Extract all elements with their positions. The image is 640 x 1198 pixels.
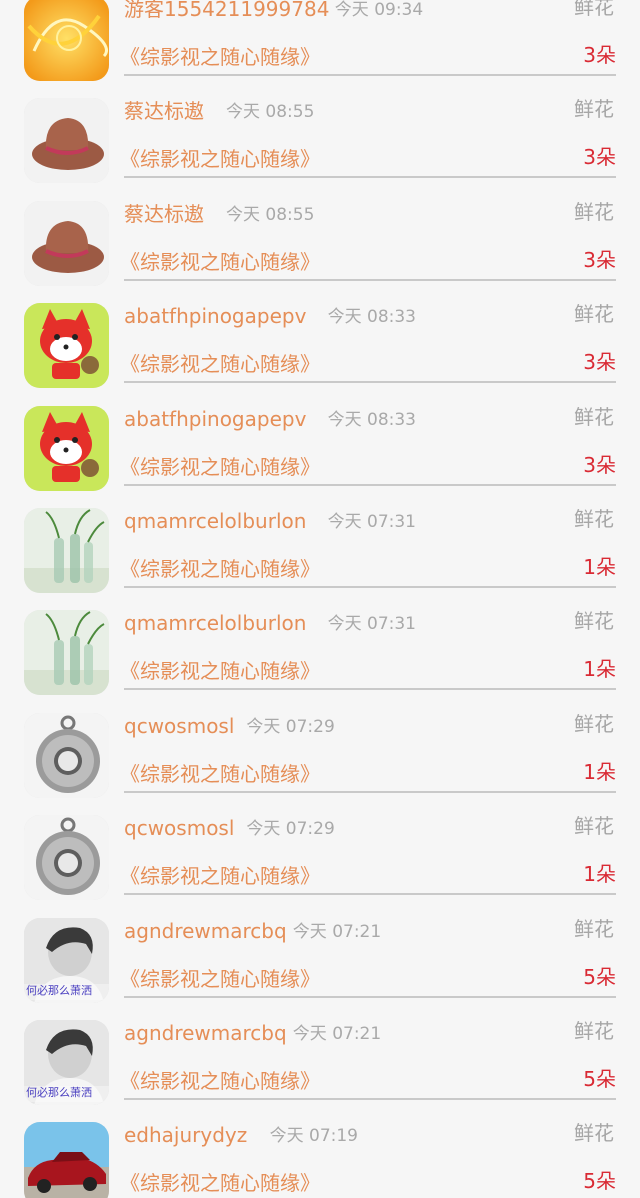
work-title-link[interactable]: 《综影视之随心随缘》 [120, 1068, 320, 1094]
avatar[interactable] [24, 303, 109, 389]
timestamp: 今天 07:21 [292, 1024, 382, 1044]
gift-type-label: 鲜花 [574, 97, 614, 122]
gift-count: 5朵 [583, 1169, 616, 1194]
avatar-caption: 何必那么萧洒 [26, 1086, 92, 1099]
gift-type-label: 鲜花 [574, 507, 614, 531]
avatar-caption: 何必那么萧洒 [26, 983, 92, 997]
gift-type-label: 鲜花 [574, 1121, 614, 1146]
gift-count: 3朵 [583, 43, 616, 67]
timestamp: 今天 08:33 [327, 409, 416, 430]
gift-count: 3朵 [583, 452, 616, 477]
work-title-link[interactable]: 《综影视之随心随缘》 [120, 556, 320, 582]
work-title-link[interactable]: 《综影视之随心随缘》 [120, 1170, 320, 1196]
avatar[interactable] [24, 508, 109, 593]
list-item[interactable]: abatfhpinogapepv 今天 08:33 鲜花《综影视之随心随缘》 3朵 [0, 394, 640, 496]
work-title-link[interactable]: 《综影视之随心随缘》 [120, 146, 320, 172]
list-item[interactable]: 蔡达标遨 今天 08:55 鲜花《综影视之随心随缘》 3朵 [0, 189, 640, 291]
avatar[interactable] [24, 610, 109, 696]
row-divider [124, 893, 616, 896]
list-item[interactable]: 蔡达标遨 今天 08:55 鲜花《综影视之随心随缘》 3朵 [0, 86, 640, 188]
row-divider [124, 790, 616, 793]
username[interactable]: qmamrcelolburlon [124, 610, 306, 636]
list-item[interactable]: 何必那么萧洒 agndrewmarcbq 今天 07:21 鲜花《综影视之随心随缘》 5… [0, 1008, 640, 1110]
gift-count: 3朵 [583, 145, 616, 170]
username[interactable]: qcwosmosl [124, 713, 234, 739]
work-title-link[interactable]: 《综影视之随心随缘》 [120, 761, 320, 787]
timestamp: 今天 08:55 [226, 102, 315, 123]
gift-type-label: 鲜花 [574, 916, 614, 941]
gift-type-label: 鲜花 [574, 814, 614, 839]
username[interactable]: agndrewmarcbq [124, 918, 287, 944]
gift-type-label: 鲜花 [574, 199, 614, 224]
avatar[interactable] [24, 98, 109, 184]
work-title-link[interactable]: 《综影视之随心随缘》 [120, 454, 320, 480]
gift-count: 5朵 [583, 964, 616, 989]
avatar[interactable] [24, 1122, 109, 1198]
avatar[interactable]: 何必那么萧洒 [24, 917, 109, 1003]
gift-type-label: 鲜花 [574, 0, 614, 19]
work-title-link[interactable]: 《综影视之随心随缘》 [120, 863, 320, 889]
timestamp: 今天 08:55 [226, 204, 315, 225]
row-divider [124, 995, 616, 998]
avatar[interactable] [24, 815, 109, 901]
gift-type-label: 鲜花 [574, 302, 614, 327]
avatar[interactable] [24, 712, 109, 798]
list-item[interactable]: edhajurydyz 今天 07:19 鲜花《综影视之随心随缘》 5朵 [0, 1110, 640, 1198]
username[interactable]: abatfhpinogapepv [124, 406, 306, 432]
username[interactable]: edhajurydyz [124, 1122, 247, 1148]
gift-count: 3朵 [583, 247, 616, 272]
gift-record-list: 游客1554211999784 今天 09:34 鲜花 《综影视之随心随缘》 3朵 蔡达标… [0, 0, 640, 1198]
gift-type-label: 鲜花 [574, 404, 614, 429]
username[interactable]: agndrewmarcbq [124, 1020, 287, 1046]
list-item[interactable]: qcwosmosl 今天 07:29 鲜花《综影视之随心随缘》 1朵 [0, 701, 640, 803]
timestamp: 今天 07:19 [269, 1126, 358, 1147]
timestamp: 今天 07:31 [327, 614, 416, 635]
timestamp: 今天 07:29 [246, 716, 335, 737]
row-divider [124, 1098, 616, 1100]
gift-count: 3朵 [583, 350, 616, 375]
gift-count: 5朵 [583, 1067, 616, 1091]
row-divider [124, 381, 616, 384]
username[interactable]: 蔡达标遨 [124, 98, 204, 124]
username[interactable]: 蔡达标遨 [124, 201, 204, 227]
username[interactable]: qcwosmosl [124, 815, 234, 841]
gift-type-label: 鲜花 [574, 1019, 614, 1043]
gift-type-label: 鲜花 [574, 711, 614, 736]
timestamp: 今天 07:21 [292, 921, 382, 942]
work-title-link[interactable]: 《综影视之随心随缘》 [120, 351, 320, 377]
work-title-link[interactable]: 《综影视之随心随缘》 [120, 44, 320, 70]
gift-count: 1朵 [583, 555, 616, 579]
avatar[interactable]: 何必那么萧洒 [24, 1020, 109, 1105]
avatar[interactable] [24, 0, 109, 81]
list-item[interactable]: qcwosmosl 今天 07:29 鲜花《综影视之随心随缘》 1朵 [0, 803, 640, 905]
timestamp: 今天 07:31 [327, 512, 416, 532]
row-divider [124, 74, 616, 76]
username[interactable]: abatfhpinogapepv [124, 303, 306, 329]
avatar[interactable] [24, 200, 109, 286]
work-title-link[interactable]: 《综影视之随心随缘》 [120, 249, 320, 275]
gift-count: 1朵 [583, 862, 616, 887]
gift-count: 1朵 [583, 759, 616, 784]
list-item[interactable]: qmamrcelolburlon 今天 07:31 鲜花《综影视之随心随缘》 1朵 [0, 598, 640, 700]
list-item[interactable]: 何必那么萧洒 agndrewmarcbq 今天 07:21 鲜花《综影视之随心随缘》 5… [0, 906, 640, 1008]
list-item[interactable]: qmamrcelolburlon 今天 07:31 鲜花《综影视之随心随缘》 1朵 [0, 496, 640, 598]
list-item[interactable]: abatfhpinogapepv 今天 08:33 鲜花《综影视之随心随缘》 3朵 [0, 291, 640, 393]
timestamp: 今天 09:34 [334, 0, 424, 20]
row-divider [124, 586, 616, 588]
row-divider [124, 176, 616, 179]
gift-count: 1朵 [583, 657, 616, 682]
avatar[interactable] [24, 405, 109, 491]
row-divider [124, 278, 616, 281]
list-item[interactable]: 游客1554211999784 今天 09:34 鲜花《综影视之随心随缘》 3朵 [0, 0, 640, 86]
timestamp: 今天 07:29 [246, 819, 335, 840]
timestamp: 今天 08:33 [327, 307, 416, 328]
username[interactable]: qmamrcelolburlon [124, 508, 306, 534]
username[interactable]: 游客1554211999784 [124, 0, 329, 22]
row-divider [124, 483, 616, 486]
gift-type-label: 鲜花 [574, 609, 614, 634]
work-title-link[interactable]: 《综影视之随心随缘》 [120, 966, 320, 992]
row-divider [124, 688, 616, 691]
work-title-link[interactable]: 《综影视之随心随缘》 [120, 658, 320, 684]
